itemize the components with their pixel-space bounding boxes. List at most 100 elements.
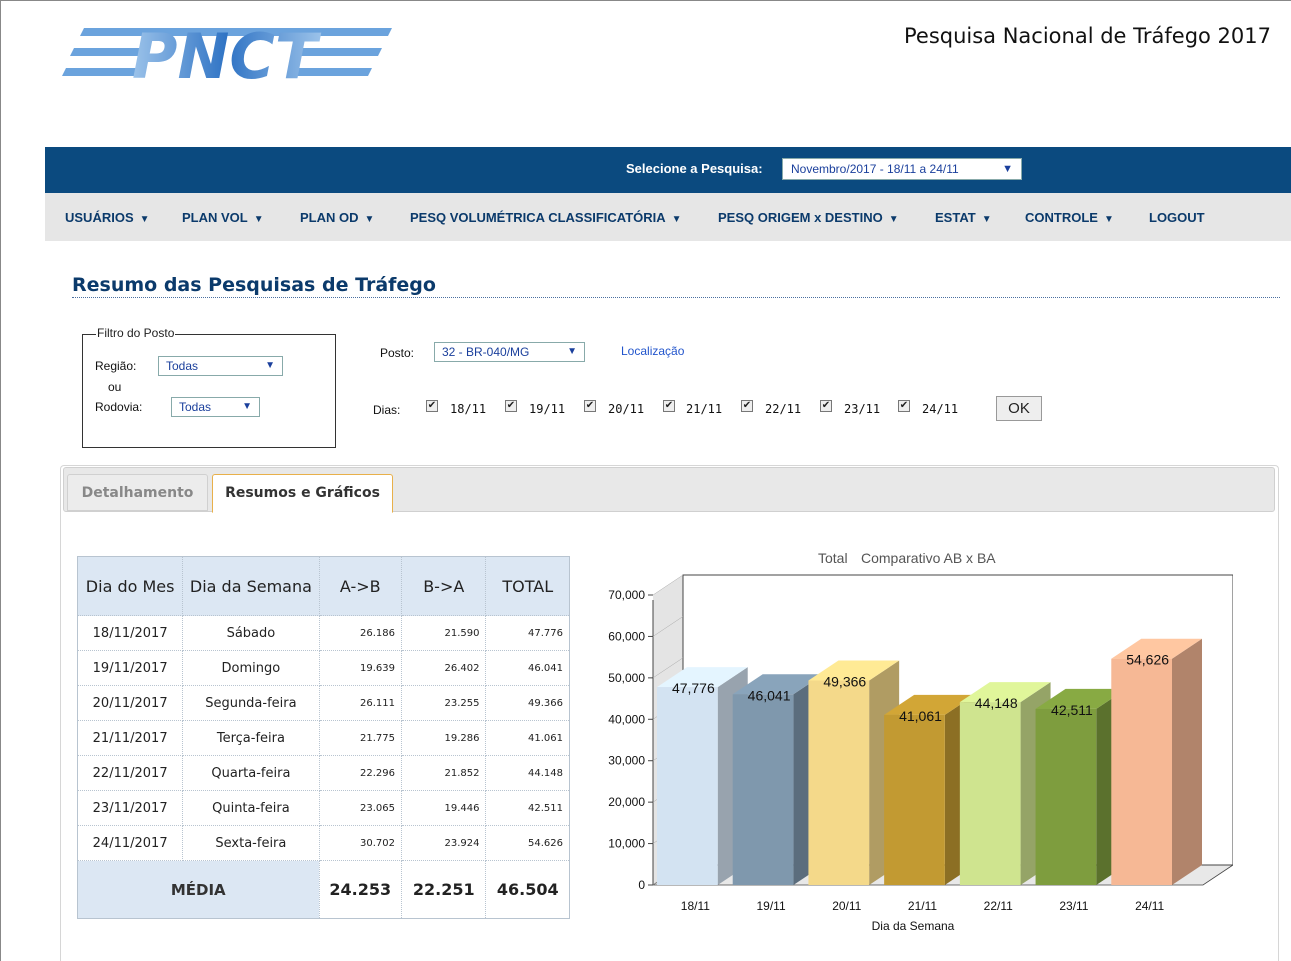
ab-cell: 23.065 xyxy=(318,790,403,826)
ba-cell: 19.446 xyxy=(401,790,487,826)
chevron-down-icon: ▼ xyxy=(242,401,252,412)
total-cell: 42.511 xyxy=(485,790,570,826)
nav-pesq-volumetrica[interactable]: PESQ VOLUMÉTRICA CLASSIFICATÓRIA ▼ xyxy=(410,210,682,225)
bar-value-label: 47,776 xyxy=(672,680,715,696)
bar-value-label: 42,511 xyxy=(1051,702,1093,718)
chevron-down-icon: ▼ xyxy=(265,360,275,371)
title-divider xyxy=(72,297,1280,298)
day-label: 22/11 xyxy=(765,402,802,416)
day-checkbox-18[interactable]: ✔ xyxy=(426,400,438,412)
date-cell: 21/11/2017 xyxy=(76,720,184,756)
nav-pesq-origem-destino[interactable]: PESQ ORIGEM x DESTINO ▼ xyxy=(718,210,899,225)
total-cell: 44.148 xyxy=(485,755,570,791)
col-header: A->B xyxy=(318,556,403,616)
chart-title: Total xyxy=(818,550,848,566)
svg-text:PNCT: PNCT xyxy=(132,22,322,84)
day-label: 19/11 xyxy=(529,402,566,416)
weekday-cell: Terça-feira xyxy=(182,720,320,756)
survey-select-label: Selecione a Pesquisa: xyxy=(626,161,763,176)
day-checkbox-22[interactable]: ✔ xyxy=(741,400,753,412)
nav-logout[interactable]: LOGOUT xyxy=(1149,210,1205,225)
rodovia-value: Todas xyxy=(179,400,212,414)
x-tick-label: 22/11 xyxy=(984,899,1013,913)
day-label: 18/11 xyxy=(450,402,487,416)
bar xyxy=(884,714,945,885)
survey-select[interactable]: Novembro/2017 - 18/11 a 24/11 ▼ xyxy=(782,158,1022,180)
rodovia-select[interactable]: Todas ▼ xyxy=(171,397,260,417)
day-checkbox-24[interactable]: ✔ xyxy=(898,400,910,412)
day-checkbox-20[interactable]: ✔ xyxy=(584,400,596,412)
localizacao-link[interactable]: Localização xyxy=(621,344,684,358)
regiao-value: Todas xyxy=(166,359,199,373)
media-row: MÉDIA 24.253 22.251 46.504 xyxy=(77,860,570,919)
x-tick-label: 24/11 xyxy=(1135,899,1164,913)
chart-subtitle: Comparativo AB x BA xyxy=(861,550,996,566)
ba-cell: 21.852 xyxy=(401,755,487,791)
caret-down-icon: ▼ xyxy=(253,214,264,225)
ba-cell: 23.255 xyxy=(401,685,487,721)
nav-plan-od[interactable]: PLAN OD ▼ xyxy=(300,210,374,225)
table-row: 23/11/2017 Quinta-feira 23.065 19.446 42.511 xyxy=(76,790,570,826)
total-cell: 49.366 xyxy=(485,685,570,721)
table-row: 21/11/2017 Terça-feira 21.775 19.286 41.061 xyxy=(76,720,570,756)
date-cell: 22/11/2017 xyxy=(76,755,184,791)
y-tick-label: 0 xyxy=(638,878,645,892)
media-label: MÉDIA xyxy=(77,860,320,919)
date-cell: 20/11/2017 xyxy=(76,685,184,721)
date-cell: 24/11/2017 xyxy=(76,825,184,861)
day-label: 24/11 xyxy=(922,402,959,416)
ba-cell: 19.286 xyxy=(401,720,487,756)
date-cell: 18/11/2017 xyxy=(76,615,184,651)
table-row: 22/11/2017 Quarta-feira 22.296 21.852 44.148 xyxy=(76,755,570,791)
date-cell: 23/11/2017 xyxy=(76,790,184,826)
y-tick-label: 50,000 xyxy=(608,671,645,685)
day-checkbox-19[interactable]: ✔ xyxy=(505,400,517,412)
bar xyxy=(657,687,718,885)
ab-cell: 21.775 xyxy=(318,720,403,756)
ba-cell: 23.924 xyxy=(401,825,487,861)
pnct-logo: PNCT xyxy=(62,22,392,84)
tab-detalhamento[interactable]: Detalhamento xyxy=(67,474,208,511)
bar-value-label: 46,041 xyxy=(748,687,791,703)
nav-usuarios[interactable]: USUÁRIOS ▼ xyxy=(65,210,150,225)
nav-controle[interactable]: CONTROLE ▼ xyxy=(1025,210,1114,225)
day-label: 23/11 xyxy=(844,402,881,416)
weekday-cell: Segunda-feira xyxy=(182,685,320,721)
day-checkbox-23[interactable]: ✔ xyxy=(820,400,832,412)
x-tick-label: 23/11 xyxy=(1059,899,1088,913)
bar xyxy=(1035,708,1097,885)
regiao-select[interactable]: Todas ▼ xyxy=(158,356,283,376)
caret-down-icon: ▼ xyxy=(981,214,992,225)
media-ab: 24.253 xyxy=(318,860,403,919)
x-axis-label: Dia da Semana xyxy=(872,919,955,933)
survey-select-value: Novembro/2017 - 18/11 a 24/11 xyxy=(791,162,959,176)
table-row: 19/11/2017 Domingo 19.639 26.402 46.041 xyxy=(76,650,570,686)
day-label: 20/11 xyxy=(608,402,645,416)
filter-legend: Filtro do Posto xyxy=(96,326,176,340)
tab-resumos-graficos[interactable]: Resumos e Gráficos xyxy=(212,474,393,513)
ok-button[interactable]: OK xyxy=(996,396,1042,421)
table-row: 24/11/2017 Sexta-feira 30.702 23.924 54.626 xyxy=(76,825,570,861)
ba-cell: 26.402 xyxy=(401,650,487,686)
ou-label: ou xyxy=(108,380,122,394)
ab-cell: 19.639 xyxy=(318,650,403,686)
bar-side xyxy=(1172,638,1202,885)
x-tick-label: 19/11 xyxy=(757,899,786,913)
y-tick-label: 60,000 xyxy=(608,629,645,643)
caret-down-icon: ▼ xyxy=(888,214,899,225)
total-chart: 0 10,000 20,000 30,000 40,000 50,000 60,000 70,… xyxy=(608,550,1233,933)
media-ba: 22.251 xyxy=(401,860,487,919)
chevron-down-icon: ▼ xyxy=(567,346,577,357)
total-cell: 41.061 xyxy=(485,720,570,756)
y-tick-label: 70,000 xyxy=(608,588,645,602)
nav-estat[interactable]: ESTAT ▼ xyxy=(935,210,992,225)
x-tick-label: 20/11 xyxy=(832,899,861,913)
bar xyxy=(959,702,1021,885)
day-checkbox-21[interactable]: ✔ xyxy=(663,400,675,412)
ab-cell: 26.111 xyxy=(318,685,403,721)
posto-select[interactable]: 32 - BR-040/MG ▼ xyxy=(434,342,585,362)
bar-value-label: 54,626 xyxy=(1126,652,1169,668)
ab-cell: 26.186 xyxy=(318,615,403,651)
weekday-cell: Quarta-feira xyxy=(182,755,320,791)
nav-plan-vol[interactable]: PLAN VOL ▼ xyxy=(182,210,264,225)
